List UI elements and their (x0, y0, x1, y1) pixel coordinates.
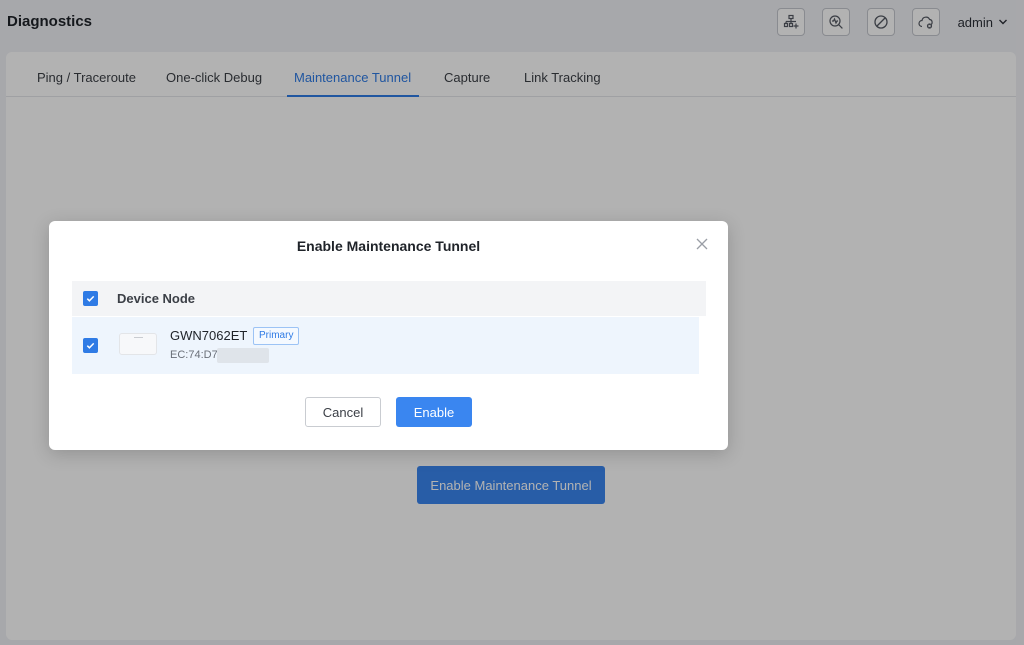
device-row-checkbox[interactable] (83, 338, 98, 353)
table-row[interactable]: GWN7062ET Primary EC:74:D7 (72, 317, 699, 374)
device-node-column-header: Device Node (117, 291, 196, 306)
close-icon[interactable] (695, 237, 709, 251)
device-image (119, 333, 157, 355)
cancel-button[interactable]: Cancel (305, 397, 381, 427)
enable-tunnel-modal: Enable Maintenance Tunnel Device Node GW… (49, 221, 728, 450)
select-all-checkbox[interactable] (83, 291, 98, 306)
primary-badge: Primary (253, 327, 300, 345)
modal-title: Enable Maintenance Tunnel (296, 238, 481, 254)
enable-button[interactable]: Enable (396, 397, 472, 427)
mac-redaction (217, 348, 269, 363)
check-icon (86, 295, 95, 302)
device-mac-address: EC:74:D7 (170, 349, 218, 361)
device-name: GWN7062ET (170, 328, 248, 343)
check-icon (86, 342, 95, 349)
table-header: Device Node (72, 281, 706, 316)
